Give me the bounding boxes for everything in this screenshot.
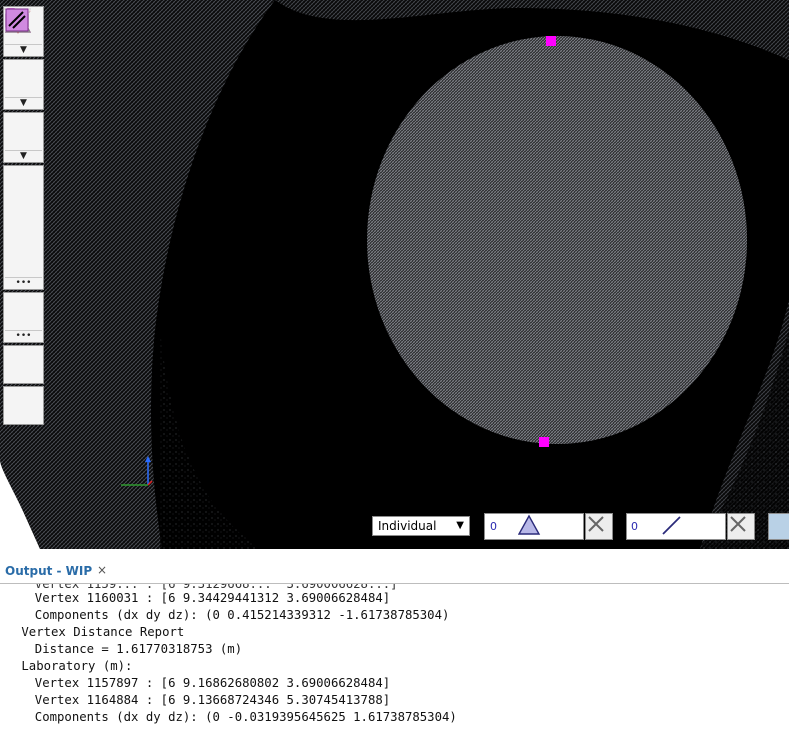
more-tools-indicator[interactable]: •••: [5, 330, 42, 342]
tool-group-solid: ▼: [3, 9, 44, 163]
log-line: Laboratory (m):: [14, 659, 133, 673]
close-icon[interactable]: ×: [97, 563, 107, 577]
point-cloud-canvas[interactable]: [0, 0, 789, 549]
selected-vertex-marker: [546, 36, 556, 46]
tool-group-triangle-outline: [3, 8, 44, 384]
triangle-count-field[interactable]: 0: [484, 513, 584, 540]
section-select-icon: [5, 8, 29, 32]
clear-triangles-button[interactable]: [585, 513, 613, 540]
log-line: Vertex 1157897 : [6 9.16862680802 3.6900…: [20, 676, 391, 690]
edge-count-value: 0: [631, 520, 638, 533]
tool-dropdown-arrow[interactable]: ▼: [5, 150, 42, 162]
log-line: Distance = 1.61770318753 (m): [20, 642, 243, 656]
chevron-down-icon: ▼: [456, 520, 464, 531]
selection-mode-select[interactable]: Individual ▼: [372, 516, 470, 536]
triangle-outline-button[interactable]: [4, 8, 42, 383]
tool-group-triangle-pink: •••: [3, 8, 44, 343]
extra-toolbar-button[interactable]: [768, 513, 789, 540]
output-divider: [0, 583, 789, 584]
solid-select-button[interactable]: [5, 9, 42, 150]
clear-edges-button[interactable]: [727, 513, 755, 540]
3d-viewport[interactable]: ▼ ▼ ▼ ••• ••• Individual ▼ 0 0: [0, 0, 789, 549]
triangle-expand-button[interactable]: [4, 8, 42, 203]
tool-dropdown-arrow[interactable]: ▼: [5, 44, 42, 56]
output-log[interactable]: Vertex 1159... : [6 9.3129668... 3.69000…: [0, 576, 789, 740]
selection-mode-value: Individual: [378, 519, 437, 533]
tool-group-cube: ▼: [3, 8, 44, 110]
more-tools-indicator[interactable]: •••: [5, 277, 42, 289]
central-disc-mesh: [367, 36, 747, 444]
tool-dropdown-arrow[interactable]: ▼: [5, 97, 42, 109]
triangle-pink-button[interactable]: [4, 8, 42, 330]
triangle-count-value: 0: [490, 520, 497, 533]
log-line: Vertex Distance Report: [14, 625, 185, 639]
log-line: Components (dx dy dz): (0 -0.03193956456…: [20, 710, 457, 724]
selected-vertex-marker: [539, 437, 549, 447]
section-select-button[interactable]: [5, 8, 42, 424]
log-line: Components (dx dy dz): (0 0.415214339312…: [20, 608, 450, 622]
triangle-count-icon: [518, 514, 541, 535]
cube-select-button[interactable]: [5, 8, 42, 97]
log-line: Vertex 1164884 : [6 9.13668724346 5.3074…: [20, 693, 391, 707]
triangle-gray-button[interactable]: [4, 8, 42, 240]
tool-group-triangles: •••: [3, 8, 44, 290]
edge-count-icon: [662, 516, 681, 535]
tool-group-section: [3, 8, 44, 425]
triangle-shrink-button[interactable]: [5, 9, 42, 277]
edge-count-field[interactable]: 0: [626, 513, 726, 540]
close-icon: [730, 516, 746, 532]
selection-toolbar: ▼ ▼ ▼ ••• •••: [3, 6, 44, 425]
log-line: Vertex 1160031 : [6 9.34429441312 3.6900…: [20, 591, 391, 605]
close-icon: [588, 516, 604, 532]
